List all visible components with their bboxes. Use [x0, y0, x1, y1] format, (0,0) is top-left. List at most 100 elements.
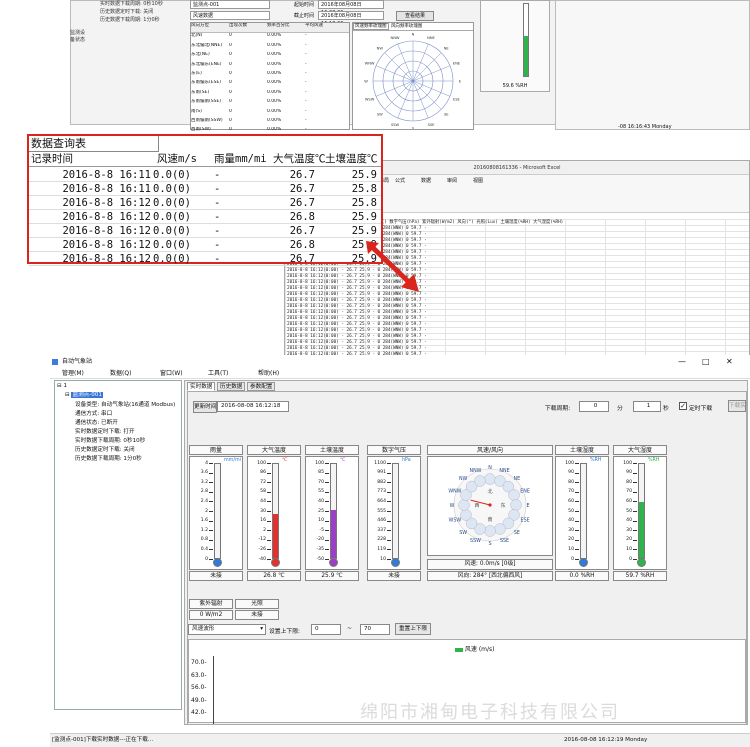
gauge-tick-label: 70 [318, 479, 324, 485]
gauge-tick [209, 520, 213, 522]
rose-tab-speed[interactable]: 风速频率玫瑰图 [353, 23, 389, 30]
gauge-tick [209, 482, 213, 484]
stats-cell: 0.00% [267, 89, 282, 95]
timer-checkbox[interactable]: ✓ [679, 402, 687, 410]
gauge-tick-label: 80 [568, 479, 574, 485]
rose-label: SSW [391, 123, 400, 127]
gauge-tick [633, 472, 637, 474]
excel-ribbon-tab[interactable]: 数据 [421, 177, 431, 184]
menu-tools[interactable]: 工具(T) [208, 369, 228, 379]
bg-left-label-line: 监测设 [70, 30, 86, 36]
bg-station-select[interactable]: 监测点-001 [190, 0, 270, 9]
gauge-tube [272, 463, 279, 559]
gauge-tick [267, 472, 271, 474]
stats-cell: 0.00% [267, 99, 282, 105]
zoom-cell: 26.8 [289, 211, 315, 223]
minimize-icon[interactable]: — [678, 355, 686, 369]
rose-label: ESE [453, 97, 461, 101]
tree-leaf[interactable]: 实时数据下载周期: 0秒10秒 [75, 437, 145, 446]
tree-leaf[interactable]: 设备类型: 自动气象站(16通道 Modbus) [75, 401, 175, 410]
chart-type-select[interactable]: 风速波形 ▾ [188, 624, 266, 635]
zoom-cell: 0.0(0) [153, 197, 191, 209]
period-second-input[interactable]: 1 [633, 401, 661, 412]
menu-manage[interactable]: 管理(M) [62, 369, 84, 379]
gauge-bulb [391, 558, 400, 567]
gauge-tick [575, 530, 579, 532]
zoom-cell: 26.7 [289, 183, 315, 195]
chart-tick-label: 49.0- [191, 696, 207, 704]
stats-cell: 东北偏北(NNE) [191, 42, 223, 48]
gauge-tick-label: 0 [571, 556, 574, 562]
gauge-bulb [579, 558, 588, 567]
menu-data[interactable]: 数据(Q) [110, 369, 131, 379]
bg-query-button[interactable]: 查看结果 [396, 11, 434, 21]
gauge-tick [267, 491, 271, 493]
tab-realtime[interactable]: 实时数据 [187, 382, 216, 391]
close-icon[interactable]: ✕ [726, 355, 733, 369]
tree-leaf[interactable]: 历史数据定时下载: 关闭 [75, 446, 135, 455]
excel-ribbon-tab[interactable]: 视图 [473, 177, 483, 184]
status-left: [监测点-001]下载实时数据---正在下载... [52, 737, 154, 743]
excel-ribbon-tab[interactable]: 审阅 [447, 177, 457, 184]
bg-end-field[interactable]: 2016年08月08日 16:18:00 [318, 11, 384, 27]
gauge-tick [387, 549, 391, 551]
gauge-tick [575, 472, 579, 474]
menu-window[interactable]: 窗口(W) [160, 369, 183, 379]
zoom-cell: 26.7 [289, 169, 315, 181]
uv-panel-value: 0 W/m2 [189, 610, 233, 620]
maximize-icon[interactable]: □ [702, 355, 710, 369]
period-label: 下载周期: [545, 406, 571, 412]
tab-settings[interactable]: 参数配置 [247, 382, 276, 391]
gauge-tick-label: 10 [568, 546, 574, 552]
status-bar: [监测点-001]下载实时数据---正在下载... 2016-08-08 16:… [50, 733, 750, 747]
gauge-tick [267, 520, 271, 522]
gauge-tick-label: 228 [377, 537, 386, 543]
stats-row: 南(S) 0 0.00% - [191, 109, 349, 118]
rose-tab-direction[interactable]: 风向频率玫瑰图 [390, 24, 424, 29]
gauge-tick-label: 100 [257, 460, 266, 466]
bg-gauge-value: 59.6 %RH [502, 83, 528, 89]
zoom-cell: 25.9 [351, 225, 377, 237]
gauge-unit: %RH [648, 458, 660, 463]
gauge-tick-label: 4 [205, 460, 208, 466]
compass-dot [510, 499, 522, 511]
rose-tab-row: 风速频率玫瑰图 风向频率玫瑰图 [353, 23, 473, 31]
menu-help[interactable]: 帮助(H) [258, 369, 279, 379]
tree-leaf[interactable]: 实时数据定时下载: 打开 [75, 428, 135, 437]
excel-ribbon-tab[interactable]: 公式 [395, 177, 405, 184]
gauge-tick-label: 555 [377, 508, 386, 514]
tree-leaf[interactable]: 通信方式: 串口 [75, 410, 112, 419]
stats-row: 东(E) 0 0.00% - [191, 71, 349, 80]
gauge-panel: 大气湿度 %RH 100 90 80 70 60 50 40 30 20 10 0 59.7 %RH [613, 445, 667, 581]
gauge-tick [633, 511, 637, 512]
stats-row: 东南(SE) 0 0.00% - [191, 90, 349, 99]
app-titlebar: 自动气象站 — □ ✕ [50, 355, 750, 369]
zoom-cell: 2016-8-8 16:11 [62, 183, 151, 195]
gauge-tick-label: 664 [377, 498, 386, 504]
range-low-input[interactable]: 0 [311, 624, 341, 635]
range-high-input[interactable]: 70 [360, 624, 390, 635]
gauge-bulb [637, 558, 646, 567]
reset-range-button[interactable]: 重置上下限 [395, 623, 431, 635]
bg-mode-select[interactable]: 风速数据 [190, 11, 270, 20]
tree-leaf[interactable]: 通信状态: 已断开 [75, 419, 118, 428]
tab-history[interactable]: 历史数据 [217, 382, 246, 391]
gauge-tick-label: 1.2 [200, 527, 208, 533]
download-realtime-button[interactable]: 下载实时数据 [728, 400, 746, 412]
rose-label: NNE [427, 36, 435, 40]
gauge-tick-label: 0 [629, 556, 632, 562]
compass-label: S [488, 541, 491, 547]
zoom-row: 2016-8-8 16:11 0.0(0) - 26.7 25.9 [29, 168, 381, 182]
zoom-cell: - [214, 211, 221, 223]
wind-rose-chart: N NNE NE ENE E ESE SE SSE S SSW SW WSW W WNW NW NNW [364, 33, 462, 131]
tree-node-station[interactable]: ⊟ 监测点-001 [65, 391, 103, 400]
tree-leaf[interactable]: 历史数据下载周期: 1分0秒 [75, 455, 142, 464]
stats-row: 东北偏东(ENE) 0 0.00% - [191, 62, 349, 71]
tree-root[interactable]: ⊟ 1 [57, 382, 67, 391]
zoom-col-wind: 风速m/s [157, 153, 197, 165]
compass-label: SSE [500, 538, 509, 544]
bg-start-field[interactable]: 2016年08月08日 16:08:00 [318, 0, 384, 16]
gauge-panel: 土壤湿度 %RH 100 90 80 70 60 50 40 30 20 10 0 0.0 %RH [555, 445, 609, 581]
stats-cell: - [305, 80, 307, 86]
period-minute-input[interactable]: 0 [579, 401, 609, 412]
